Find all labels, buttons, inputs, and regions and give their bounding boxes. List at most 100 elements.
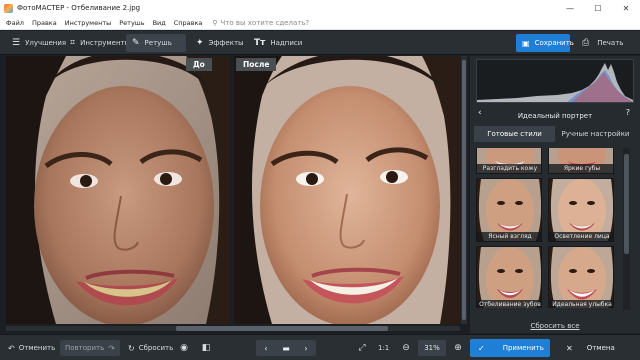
reset-all-link[interactable]: Сбросить все xyxy=(470,322,640,330)
reset-label: Сбросить xyxy=(138,344,174,352)
style-caption: Отбеливание зубов xyxy=(477,300,541,308)
photo-after xyxy=(234,56,460,324)
style-caption: Осветление лица xyxy=(549,232,613,241)
tab-retouch[interactable]: ✎ Ретушь xyxy=(126,34,186,52)
histogram-graph xyxy=(477,63,633,102)
navigation-group: ‹ ▬ › xyxy=(256,340,316,356)
crop-icon: ⌗ xyxy=(70,38,76,48)
floppy-disk-icon: ▣ xyxy=(522,38,530,48)
style-caption: Ясный взгляд xyxy=(477,232,541,241)
save-label: Сохранить xyxy=(534,39,574,47)
apply-label: Применить xyxy=(502,344,544,352)
panel-header: ‹ Идеальный портрет ? xyxy=(470,108,640,124)
photo-before xyxy=(6,56,230,324)
vertical-scroll-thumb[interactable] xyxy=(462,60,466,320)
panel-scroll-thumb[interactable] xyxy=(624,154,629,254)
menu-retouch[interactable]: Ретушь xyxy=(115,19,148,27)
text-icon: Tт xyxy=(254,38,266,48)
menu-view[interactable]: Вид xyxy=(149,19,170,27)
tab-enhancements[interactable]: ☰ Улучшения xyxy=(6,34,72,52)
search-icon: ⚲ xyxy=(212,18,218,27)
right-panel: ‹ Идеальный портрет ? Готовые стили Ручн… xyxy=(470,56,640,333)
style-card-perfect-smile[interactable]: Идеальная улыбка xyxy=(548,246,614,308)
undo-button[interactable]: ↶ Отменить xyxy=(8,340,55,356)
close-icon: ✕ xyxy=(566,343,573,353)
style-card-smooth-skin[interactable]: Разгладить кожу xyxy=(476,148,542,174)
previous-arrow-icon[interactable]: ‹ xyxy=(256,340,276,356)
before-label: До xyxy=(186,58,212,71)
print-button[interactable]: ⎙ Печать xyxy=(578,34,634,52)
style-caption: Разгладить кожу xyxy=(477,164,541,173)
tab-label: Ретушь xyxy=(144,39,172,47)
close-button[interactable]: ✕ xyxy=(612,0,640,16)
zoom-1to1-button[interactable]: 1:1 xyxy=(378,340,389,356)
tab-manual-settings[interactable]: Ручные настройки xyxy=(555,126,636,142)
print-label: Печать xyxy=(597,39,624,47)
tab-label: Надписи xyxy=(270,39,303,47)
minimize-button[interactable]: — xyxy=(556,0,584,16)
cancel-button[interactable]: ✕ Отмена xyxy=(566,339,636,357)
menu-help[interactable]: Справка xyxy=(170,19,207,27)
redo-icon: ↷ xyxy=(108,343,115,353)
title-bar: ФотоМАСТЕР - Отбеливание 2.jpg — ☐ ✕ xyxy=(0,0,640,16)
maximize-button[interactable]: ☐ xyxy=(584,0,612,16)
portrait-before-image xyxy=(6,56,230,324)
sliders-icon: ☰ xyxy=(12,38,21,48)
brush-icon: ✎ xyxy=(132,38,140,48)
style-card-face-brightening[interactable]: Осветление лица xyxy=(548,178,614,242)
apply-button[interactable]: ✓ Применить xyxy=(470,339,550,357)
zoom-value[interactable]: 31% xyxy=(418,340,446,356)
menu-tools[interactable]: Инструменты xyxy=(61,19,116,27)
redo-button[interactable]: Повторить ↷ xyxy=(60,340,120,356)
style-card-teeth-whitening[interactable]: Отбеливание зубов xyxy=(476,246,542,308)
panel-title: Идеальный портрет xyxy=(517,112,593,120)
menu-edit[interactable]: Правка xyxy=(28,19,61,27)
style-thumbnail xyxy=(549,247,613,308)
vertical-scrollbar[interactable] xyxy=(461,56,467,324)
style-caption: Идеальная улыбка xyxy=(549,300,613,308)
tab-label: Улучшения xyxy=(25,39,67,47)
horizontal-scrollbar[interactable] xyxy=(6,326,460,331)
tab-label: Эффекты xyxy=(208,39,244,47)
portrait-after-image xyxy=(234,56,460,324)
zoom-in-icon[interactable]: ⊕ xyxy=(450,340,466,356)
style-card-bright-lips[interactable]: Яркие губы xyxy=(548,148,614,174)
reset-button[interactable]: ↻ Сбросить xyxy=(128,340,173,356)
panel-tabs: Готовые стили Ручные настройки xyxy=(474,126,636,142)
panel-scrollbar[interactable] xyxy=(623,148,630,310)
horizontal-scroll-thumb[interactable] xyxy=(176,326,388,331)
search-placeholder: Что вы хотите сделать? xyxy=(220,18,310,27)
reset-icon: ↻ xyxy=(128,343,135,353)
bottom-bar: ↶ Отменить Повторить ↷ ↻ Сбросить ◉ ◧ ‹ … xyxy=(0,334,640,360)
styles-grid: Разгладить кожу Яркие губы Ясный взгляд xyxy=(476,148,618,308)
style-card-clear-eyes[interactable]: Ясный взгляд xyxy=(476,178,542,242)
app-logo-icon xyxy=(4,3,13,13)
next-arrow-icon[interactable]: › xyxy=(296,340,316,356)
save-button[interactable]: ▣ Сохранить xyxy=(516,34,574,52)
tab-preset-styles[interactable]: Готовые стили xyxy=(474,126,555,142)
after-label: После xyxy=(236,58,277,71)
tab-text[interactable]: Tт Надписи xyxy=(248,34,308,52)
photo-canvas[interactable]: До После xyxy=(0,56,470,333)
window-controls: — ☐ ✕ xyxy=(556,0,640,16)
tab-effects[interactable]: ✦ Эффекты xyxy=(190,34,250,52)
histogram xyxy=(476,59,634,103)
cancel-label: Отмена xyxy=(586,344,615,352)
folder-icon[interactable]: ▬ xyxy=(276,340,296,356)
undo-label: Отменить xyxy=(18,344,56,352)
undo-icon: ↶ xyxy=(8,343,15,353)
fit-screen-icon[interactable]: ⤢ xyxy=(354,340,370,356)
compare-icon[interactable]: ◧ xyxy=(198,340,214,356)
redo-label: Повторить xyxy=(65,344,105,352)
eye-icon[interactable]: ◉ xyxy=(176,340,192,356)
main-toolbar: ☰ Улучшения ⌗ Инструменты ✎ Ретушь ✦ Эфф… xyxy=(0,31,640,55)
menu-file[interactable]: Файл xyxy=(0,19,28,27)
help-icon[interactable]: ? xyxy=(626,108,630,117)
style-thumbnail xyxy=(477,247,541,308)
zoom-out-icon[interactable]: ⊖ xyxy=(398,340,414,356)
style-caption: Яркие губы xyxy=(549,164,613,173)
menu-search[interactable]: ⚲ Что вы хотите сделать? xyxy=(212,19,309,27)
back-arrow-icon[interactable]: ‹ xyxy=(478,108,482,118)
magic-wand-icon: ✦ xyxy=(196,38,204,48)
printer-icon: ⎙ xyxy=(582,38,590,48)
